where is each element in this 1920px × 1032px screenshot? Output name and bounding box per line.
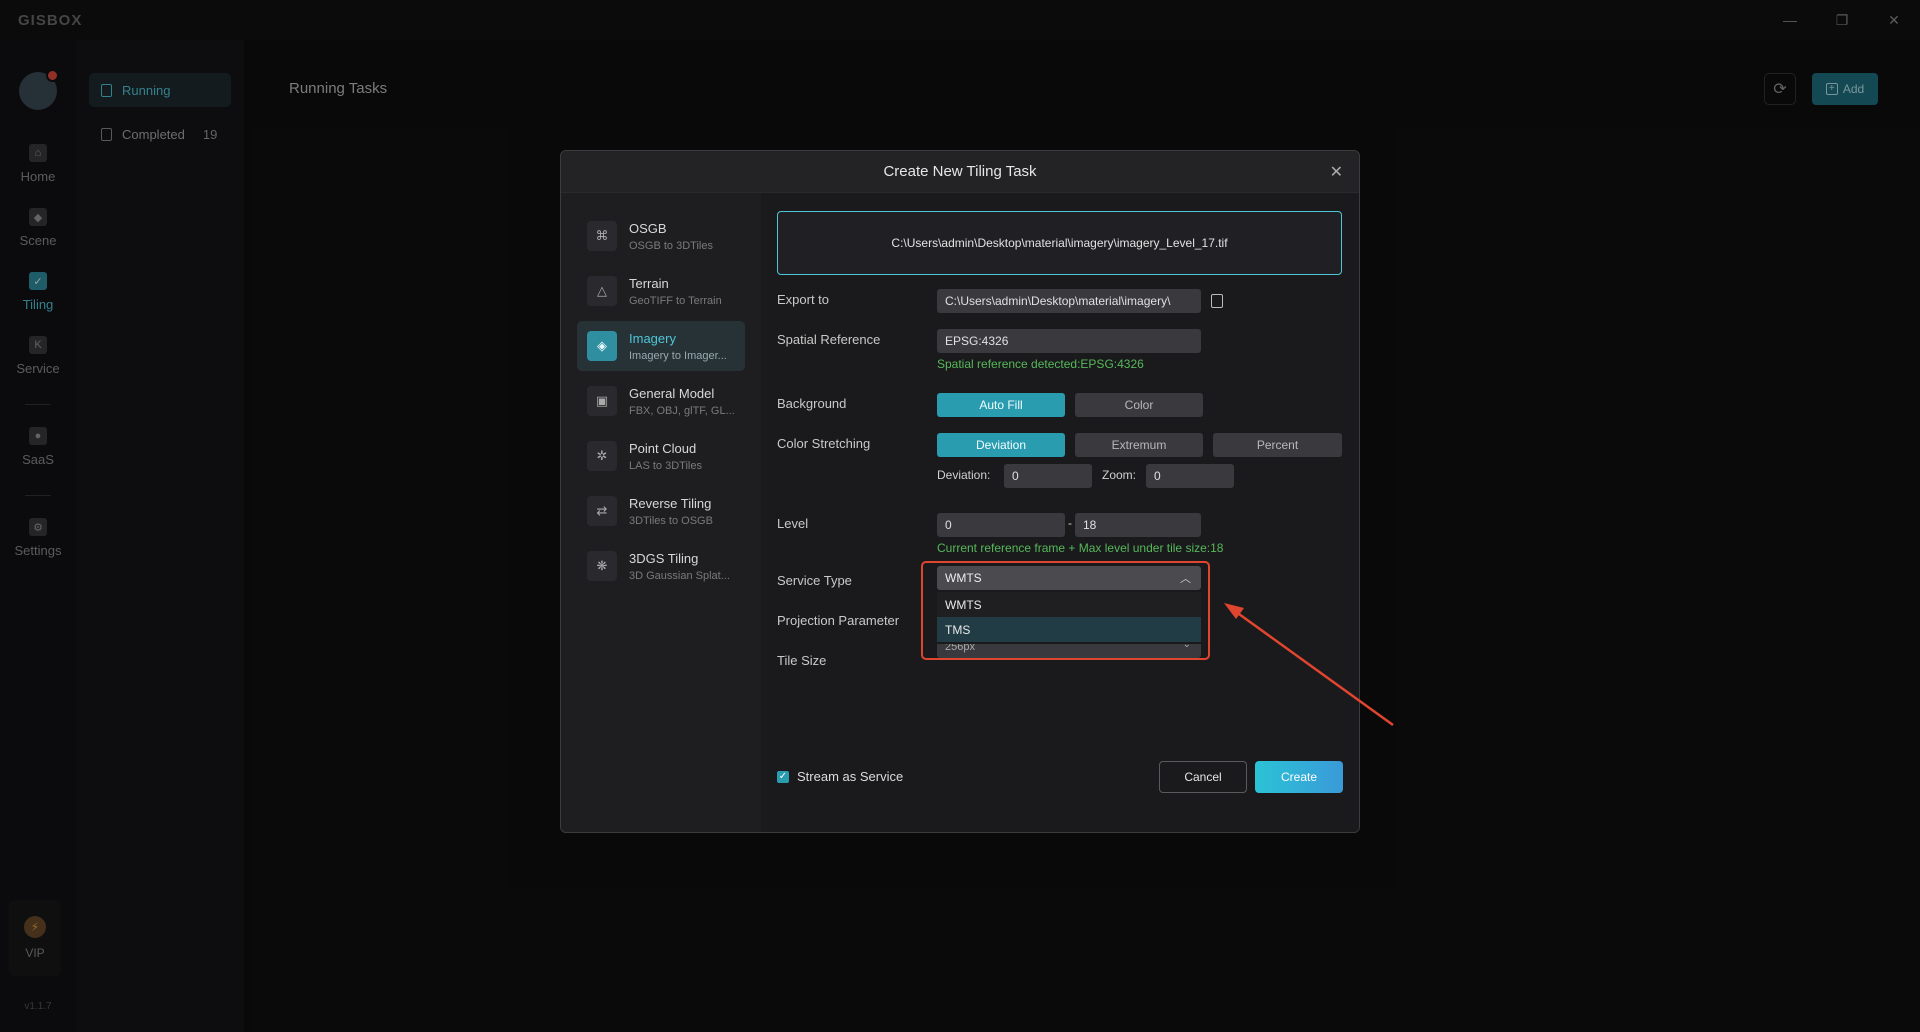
arrow-line <box>1231 607 1394 727</box>
annotation-arrow <box>1224 603 1394 727</box>
